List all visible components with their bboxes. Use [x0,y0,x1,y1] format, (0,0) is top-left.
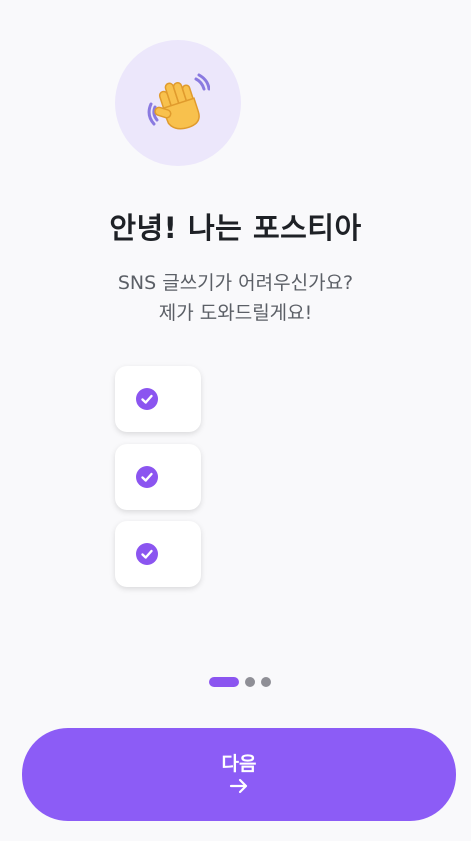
hero-circle [115,40,241,166]
check-circle-icon [136,388,158,410]
page-dot-3[interactable] [261,677,271,687]
checklist-card-1 [115,366,201,432]
waving-hand-icon [146,71,210,135]
checklist-card-2 [115,444,201,510]
page-title: 안녕! 나는 포스티아 [109,211,362,245]
page-indicator [209,677,271,687]
page-dot-2[interactable] [245,677,255,687]
check-circle-icon [136,466,158,488]
page-subtitle: SNS 글쓰기가 어려우신가요? 제가 도와드릴게요! [0,268,471,328]
subtitle-line-1: SNS 글쓰기가 어려우신가요? [117,272,354,294]
arrow-right-icon [229,778,249,798]
checklist-card-3 [115,521,201,587]
check-circle-icon [136,543,158,565]
subtitle-line-2: 제가 도와드릴게요! [158,302,313,324]
page-dot-1-active [209,677,239,687]
next-button[interactable]: 다음 [22,728,456,821]
onboarding-screen: 안녕! 나는 포스티아 SNS 글쓰기가 어려우신가요? 제가 도와드릴게요! [0,0,471,841]
next-button-label: 다음 [221,752,257,775]
